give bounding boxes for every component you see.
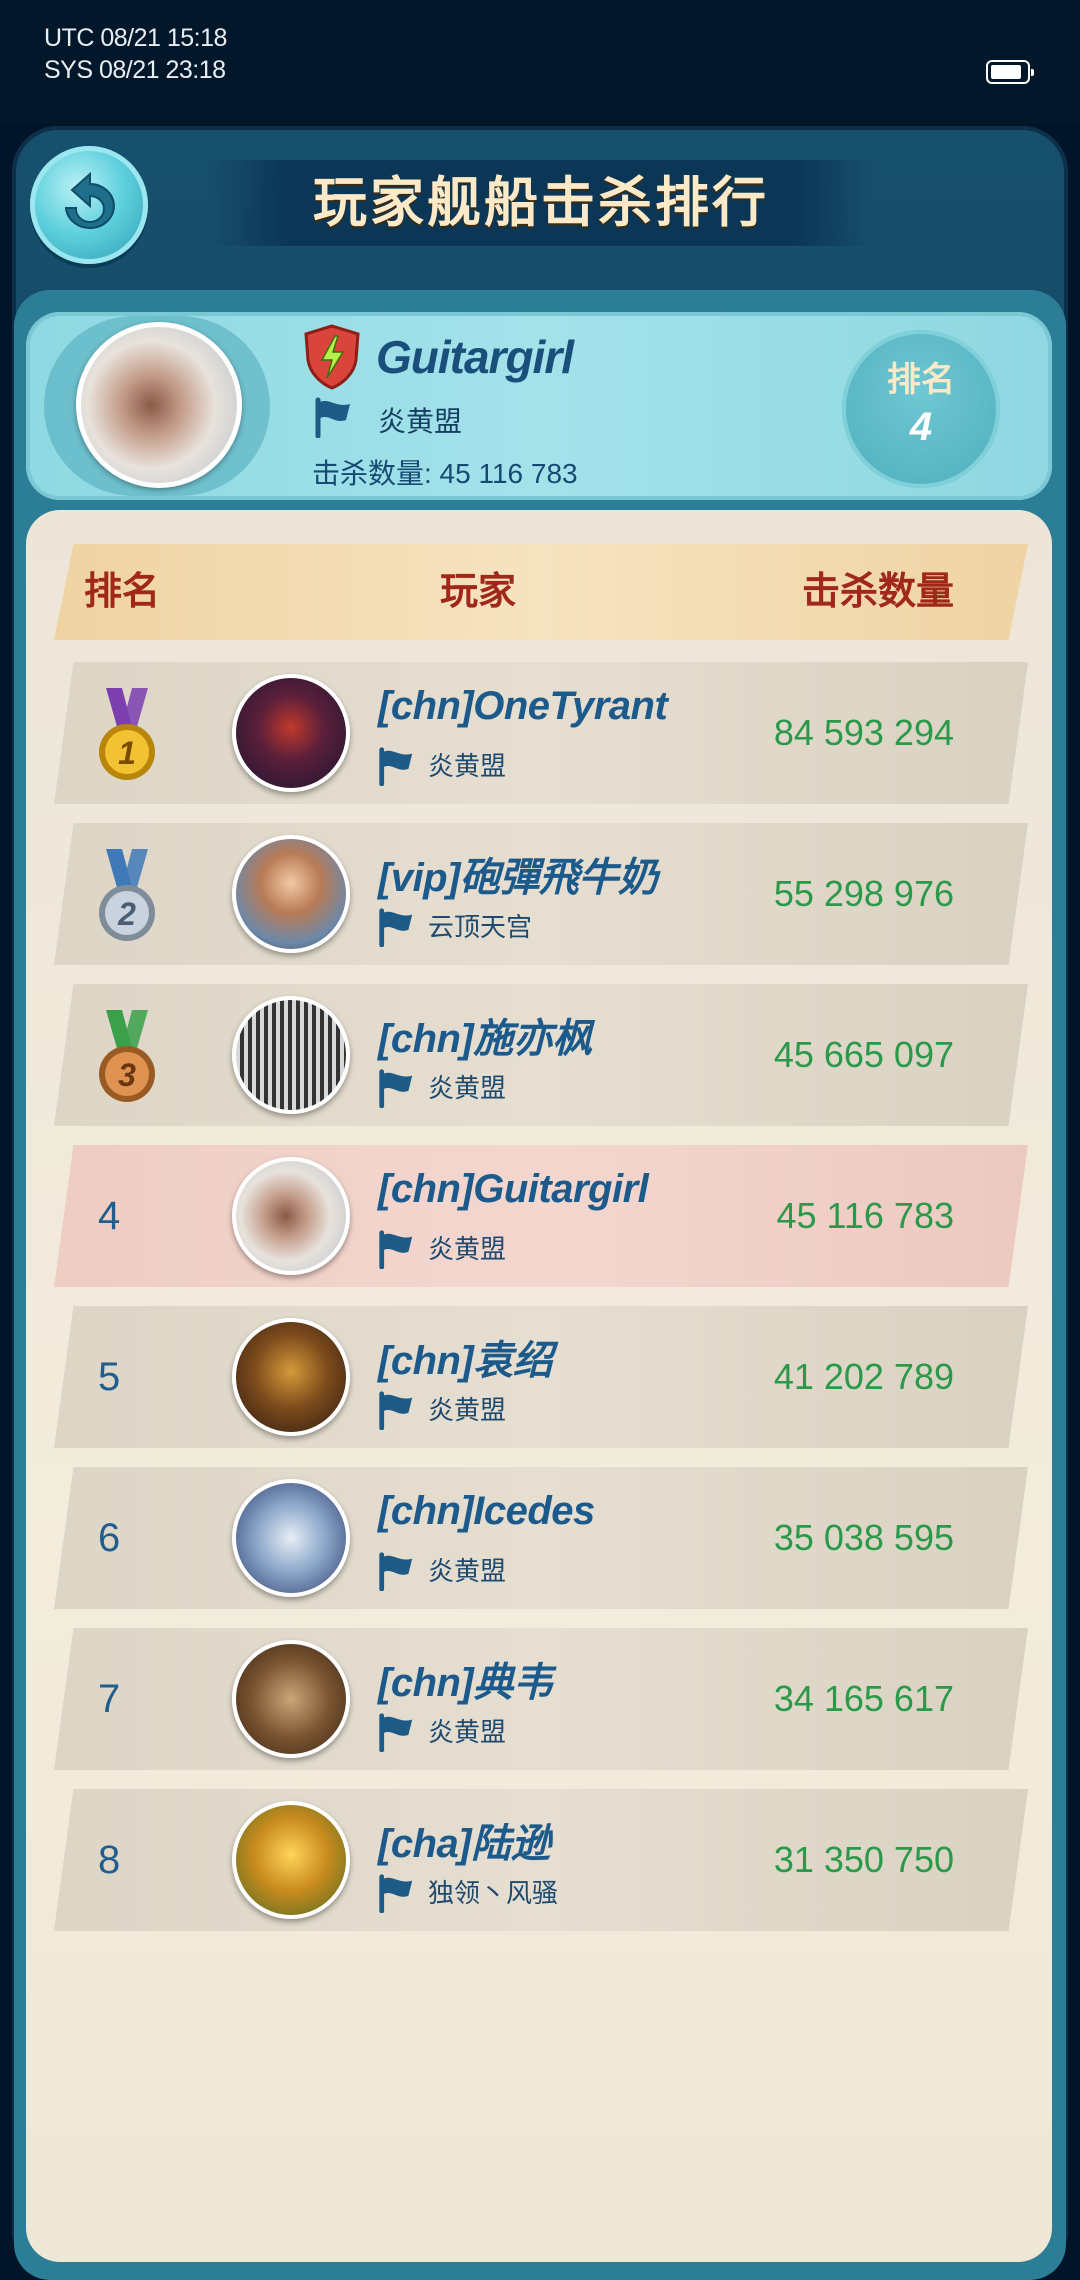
player-alliance: 炎黄盟 xyxy=(428,1556,507,1586)
row-rank: 8 xyxy=(98,1838,121,1882)
player-kill-count: 41 202 789 xyxy=(773,1356,954,1397)
player-avatar[interactable] xyxy=(232,674,350,792)
alliance-flag-icon xyxy=(379,1874,413,1913)
player-alliance: 云顶天宫 xyxy=(428,912,533,942)
player-name[interactable]: [chn]袁绍 xyxy=(378,1328,553,1386)
player-avatar[interactable] xyxy=(232,835,350,953)
page-title-text: 玩家舰船击杀排行 xyxy=(313,173,769,233)
leaderboard-row[interactable]: 8 [cha]陆逊独领丶风骚 31 350 750 xyxy=(54,1789,1028,1931)
alliance-flag-icon xyxy=(379,1713,413,1752)
back-arrow-icon xyxy=(64,171,115,229)
player-name[interactable]: [chn]Icedes xyxy=(378,1489,595,1534)
player-avatar[interactable] xyxy=(232,1318,350,1436)
player-alliance: 炎黄盟 xyxy=(428,1234,507,1264)
svg-text:2: 2 xyxy=(117,896,136,932)
player-avatar[interactable] xyxy=(232,1801,350,1919)
my-player-card: Guitargirl 炎黄盟 击杀数量: 45 116 783 排名 4 xyxy=(26,312,1052,500)
row-rank: 4 xyxy=(98,1194,121,1238)
alliance-flag-icon xyxy=(379,1230,413,1269)
back-button[interactable] xyxy=(30,146,148,264)
svg-text:1: 1 xyxy=(118,735,136,771)
sys-time: SYS 08/21 23:18 xyxy=(44,56,226,84)
player-name[interactable]: [chn]Guitargirl xyxy=(378,1167,649,1212)
rank-value: 4 xyxy=(909,405,933,449)
player-alliance: 炎黄盟 xyxy=(428,1717,507,1747)
alliance-flag-icon xyxy=(315,397,350,438)
player-kill-count: 55 298 976 xyxy=(773,873,954,914)
leaderboard-row[interactable]: 7 [chn]典韦炎黄盟 34 165 617 xyxy=(54,1628,1028,1770)
gold-medal-icon: 1 xyxy=(99,688,155,780)
alliance-flag-icon xyxy=(379,1552,413,1591)
player-name[interactable]: [chn]施亦枫 xyxy=(378,1006,592,1064)
player-name[interactable]: [vip]砲彈飛牛奶 xyxy=(378,845,658,903)
alliance-flag-icon xyxy=(379,908,413,947)
player-name[interactable]: [chn]典韦 xyxy=(378,1650,553,1708)
leaderboard-row[interactable]: 6 [chn]Icedes 炎黄盟 35 038 595 xyxy=(54,1467,1028,1609)
header-kills: 击杀数量 xyxy=(802,571,955,613)
rank-label: 排名 xyxy=(887,361,955,399)
player-kill-count: 45 665 097 xyxy=(773,1034,954,1075)
utc-time: UTC 08/21 15:18 xyxy=(44,24,227,52)
player-name[interactable]: [chn]OneTyrant xyxy=(378,684,668,729)
my-kill-count: 击杀数量: 45 116 783 xyxy=(312,458,578,489)
row-rank: 5 xyxy=(98,1355,121,1399)
row-rank: 6 xyxy=(98,1516,121,1560)
table-header: 排名 玩家 击杀数量 xyxy=(54,544,1028,640)
battery-icon xyxy=(986,60,1034,84)
silver-medal-icon: 2 xyxy=(99,849,155,941)
alliance-flag-icon xyxy=(379,1069,413,1108)
svg-text:3: 3 xyxy=(118,1057,136,1093)
shield-lightning-icon xyxy=(304,324,360,390)
my-rank-badge: 排名 4 xyxy=(842,330,1000,488)
player-avatar[interactable] xyxy=(232,1157,350,1275)
player-alliance: 炎黄盟 xyxy=(428,751,507,781)
alliance-flag-icon xyxy=(379,747,413,786)
player-kill-count: 31 350 750 xyxy=(773,1839,954,1880)
leaderboard-row[interactable]: 5 [chn]袁绍炎黄盟 41 202 789 xyxy=(54,1306,1028,1448)
leaderboard-row[interactable]: 2 [vip]砲彈飛牛奶云顶天宫 55 298 976 xyxy=(54,823,1028,965)
player-alliance: 炎黄盟 xyxy=(428,1073,507,1103)
leaderboard-row[interactable]: 3 [chn]施亦枫炎黄盟 45 665 097 xyxy=(54,984,1028,1126)
leaderboard-row[interactable]: 1 [chn]OneTyrant 炎黄盟 84 593 294 xyxy=(54,662,1028,804)
my-player-name: Guitargirl xyxy=(376,331,574,383)
player-avatar[interactable] xyxy=(232,996,350,1114)
header-rank: 排名 xyxy=(84,571,161,613)
player-kill-count: 34 165 617 xyxy=(773,1678,954,1719)
alliance-flag-icon xyxy=(379,1391,413,1430)
player-avatar[interactable] xyxy=(232,1479,350,1597)
player-kill-count: 35 038 595 xyxy=(773,1517,954,1558)
leaderboard-row[interactable]: 4 [chn]Guitargirl 炎黄盟 45 116 783 xyxy=(54,1145,1028,1287)
player-name[interactable]: [cha]陆逊 xyxy=(378,1811,551,1869)
page-title: 玩家舰船击杀排行 xyxy=(208,160,874,246)
status-bar: UTC 08/21 15:18 SYS 08/21 23:18 xyxy=(0,0,1080,124)
player-kill-count: 84 593 294 xyxy=(773,712,954,753)
player-kill-count: 45 116 783 xyxy=(776,1195,954,1236)
my-alliance: 炎黄盟 xyxy=(378,406,463,437)
row-rank: 7 xyxy=(98,1677,121,1721)
player-alliance: 炎黄盟 xyxy=(428,1395,507,1425)
player-alliance: 独领丶风骚 xyxy=(428,1878,559,1908)
header-player: 玩家 xyxy=(440,571,517,613)
player-avatar[interactable] xyxy=(232,1640,350,1758)
my-avatar[interactable] xyxy=(76,322,242,488)
bronze-medal-icon: 3 xyxy=(99,1010,155,1102)
